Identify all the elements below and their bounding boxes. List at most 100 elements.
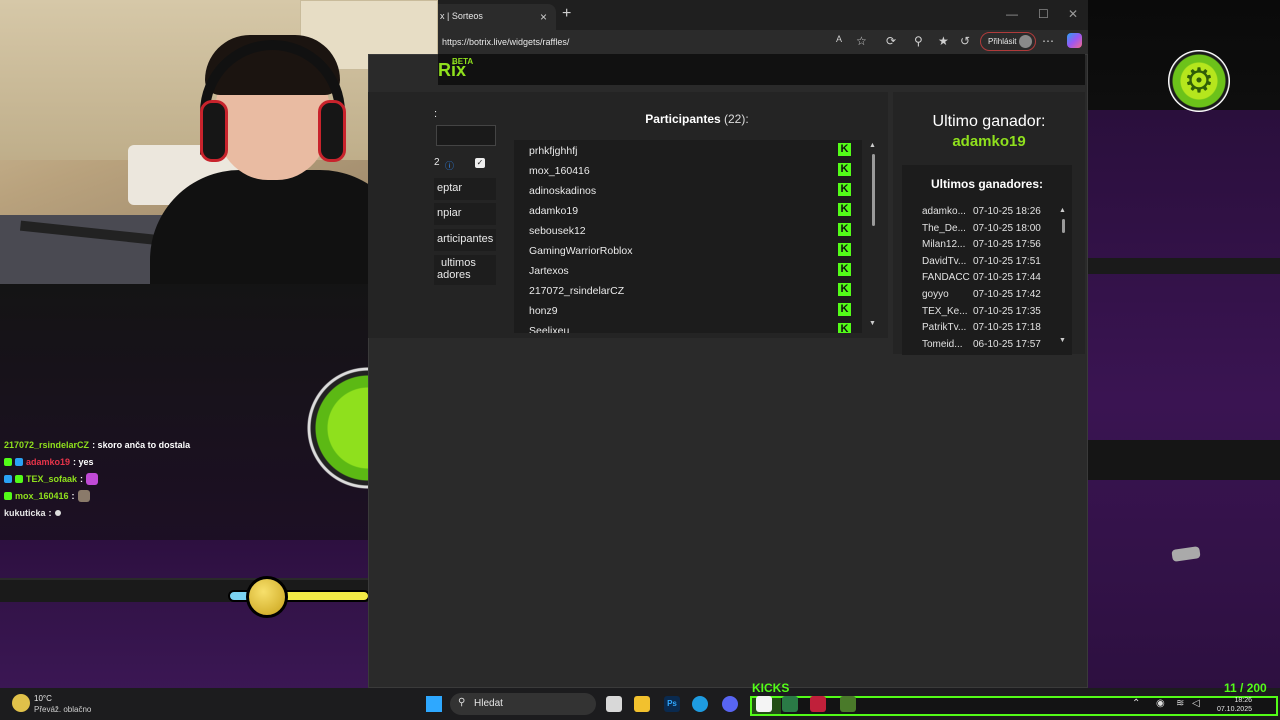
wifi-icon[interactable]: ≋ xyxy=(1176,698,1184,709)
participants-list[interactable]: prhkfjghhfj Kmox_160416 Kadinoskadinos Kada… xyxy=(514,140,862,333)
participants-title: Participantes (22): xyxy=(515,112,879,126)
maximize-button[interactable]: ☐ xyxy=(1038,7,1049,21)
chat-text: : yes xyxy=(73,456,94,467)
close-window-button[interactable]: ✕ xyxy=(1068,7,1078,21)
winner-row[interactable]: adamko... 07-10-25 18:26 xyxy=(922,206,1060,223)
discord-icon[interactable] xyxy=(722,696,738,712)
edge-browser-icon[interactable] xyxy=(692,696,708,712)
scroll-up-icon[interactable]: ▲ xyxy=(869,142,876,149)
split-screen-icon[interactable]: ⚲ xyxy=(914,34,923,48)
option-checkbox[interactable]: ✓ xyxy=(475,158,485,168)
tiktok-icon[interactable] xyxy=(810,696,826,712)
winner-name: PatrikTv... xyxy=(922,322,967,334)
sign-in-button[interactable]: Přihlásit xyxy=(980,32,1036,51)
kick-platform-icon: K xyxy=(838,143,851,156)
participant-name: adamko19 xyxy=(529,205,579,217)
photoshop-icon[interactable]: Ps xyxy=(664,696,680,712)
search-label: Hledat xyxy=(474,698,503,709)
tab-close-icon[interactable]: × xyxy=(540,10,547,24)
winner-row[interactable]: FANDACC 07-10-25 17:44 xyxy=(922,272,1060,289)
tab-sorteos[interactable]: x | Sorteos × xyxy=(438,4,556,30)
participant-row[interactable]: prhkfjghhfj K xyxy=(514,140,862,160)
app-icon[interactable] xyxy=(756,696,772,712)
winners-history-list[interactable]: adamko... 07-10-25 18:26 The_De... 07-10-25… xyxy=(922,206,1060,352)
taskbar-search[interactable]: ⚲ Hledat xyxy=(450,693,596,715)
kick-platform-icon: K xyxy=(838,243,851,256)
winner-row[interactable]: TEX_Ke... 07-10-25 17:35 xyxy=(922,306,1060,323)
participant-row[interactable]: honz9 K xyxy=(514,300,862,320)
weather-description[interactable]: Převáž. oblačno xyxy=(34,705,91,714)
participant-name: Jartexos xyxy=(529,265,569,277)
game-app-icon[interactable] xyxy=(840,696,856,712)
url-field[interactable]: https://botrix.live/widgets/raffles/ xyxy=(442,32,836,52)
chat-message: TEX_sofaak : xyxy=(4,470,294,487)
winner-date: 07-10-25 17:44 xyxy=(973,272,1041,284)
scroll-down-icon[interactable]: ▼ xyxy=(869,320,876,327)
weather-temperature[interactable]: 10°C xyxy=(34,694,52,703)
winner-row[interactable]: DavidTv... 07-10-25 17:51 xyxy=(922,256,1060,273)
emote-icon xyxy=(86,472,99,485)
favorite-star-icon[interactable]: ☆ xyxy=(856,34,867,48)
participant-row[interactable]: adinoskadinos K xyxy=(514,180,862,200)
windows-start-icon[interactable] xyxy=(426,696,442,712)
participant-row[interactable]: sebousek12 K xyxy=(514,220,862,240)
favorites-icon[interactable]: ★ xyxy=(938,34,949,48)
winner-row[interactable]: goyyo 07-10-25 17:42 xyxy=(922,289,1060,306)
browser-window: x | Sorteos × + — ☐ ✕ https://botrix.liv… xyxy=(438,0,1088,86)
winner-row[interactable]: Tomeid... 06-10-25 17:57 xyxy=(922,339,1060,352)
participant-row[interactable]: 217072_rsindelarCZ K xyxy=(514,280,862,300)
participant-row[interactable]: adamko19 K xyxy=(514,200,862,220)
participant-name: 217072_rsindelarCZ xyxy=(529,285,625,297)
participants-button[interactable]: articipantes xyxy=(434,229,496,251)
extensions-icon[interactable]: ⟳ xyxy=(886,34,896,48)
copilot-icon[interactable] xyxy=(1067,33,1082,48)
tray-chevron-icon[interactable]: ⌃ xyxy=(1132,698,1140,709)
kick-platform-icon: K xyxy=(838,223,851,236)
history-icon[interactable]: ↺ xyxy=(960,34,970,48)
winner-date: 07-10-25 17:42 xyxy=(973,288,1041,300)
participant-row[interactable]: mox_160416 K xyxy=(514,160,862,180)
kick-platform-icon: K xyxy=(838,263,851,276)
raffle-keyword-input[interactable] xyxy=(436,125,496,146)
game-ledge xyxy=(1088,258,1280,274)
winner-row[interactable]: The_De... 07-10-25 18:00 xyxy=(922,223,1060,240)
winner-row[interactable]: PatrikTv... 07-10-25 17:18 xyxy=(922,322,1060,339)
participant-name: GamingWarriorRoblox xyxy=(529,245,633,257)
last-winner-label: Ultimo ganador: xyxy=(932,113,1046,130)
winner-row[interactable]: Milan12... 07-10-25 17:56 xyxy=(922,239,1060,256)
task-view-icon[interactable] xyxy=(606,696,622,712)
scroll-up-icon[interactable]: ▲ xyxy=(1059,207,1066,214)
chat-username: TEX_sofaak xyxy=(26,473,78,484)
taskbar-clock[interactable]: 18:26 07.10.2025 xyxy=(1206,696,1252,714)
game-ledge-lower xyxy=(1088,440,1280,480)
participant-row[interactable]: Seelixeu K xyxy=(514,320,862,333)
winner-name: adamko... xyxy=(922,206,966,217)
more-menu-icon[interactable]: ⋯ xyxy=(1042,34,1054,48)
scroll-down-icon[interactable]: ▼ xyxy=(1059,337,1066,344)
last-winners-button-label-2: adores xyxy=(437,269,471,281)
last-winners-button[interactable]: ultimos adores xyxy=(434,255,496,285)
scrollbar-thumb[interactable] xyxy=(1062,219,1065,233)
winners-scrollbar[interactable]: ▲ ▼ xyxy=(1058,207,1068,347)
info-icon[interactable]: ⓘ xyxy=(445,159,454,172)
minimize-button[interactable]: — xyxy=(1006,7,1018,21)
clear-button[interactable]: npiar xyxy=(434,203,496,225)
read-aloud-icon[interactable]: A xyxy=(836,34,842,44)
app-icon[interactable] xyxy=(782,696,798,712)
kick-platform-icon: K xyxy=(838,283,851,296)
participant-row[interactable]: GamingWarriorRoblox K xyxy=(514,240,862,260)
new-tab-button[interactable]: + xyxy=(562,5,571,23)
microphone-icon[interactable]: ◉ xyxy=(1156,698,1165,709)
file-explorer-icon[interactable] xyxy=(634,696,650,712)
kicks-goal-label: KICKS xyxy=(752,681,790,695)
volume-icon[interactable]: ◁ xyxy=(1192,698,1200,709)
accept-button[interactable]: eptar xyxy=(434,178,496,200)
game-player-ball xyxy=(246,576,288,618)
participants-scrollbar[interactable]: ▲ ▼ xyxy=(868,142,878,330)
scrollbar-thumb[interactable] xyxy=(872,154,875,226)
participant-row[interactable]: Jartexos K xyxy=(514,260,862,280)
last-winner-name: adamko19 xyxy=(952,133,1026,150)
weather-icon[interactable] xyxy=(12,694,30,712)
settings-gear-icon[interactable]: ⚙ xyxy=(1168,50,1230,112)
chat-text: : xyxy=(80,473,84,484)
